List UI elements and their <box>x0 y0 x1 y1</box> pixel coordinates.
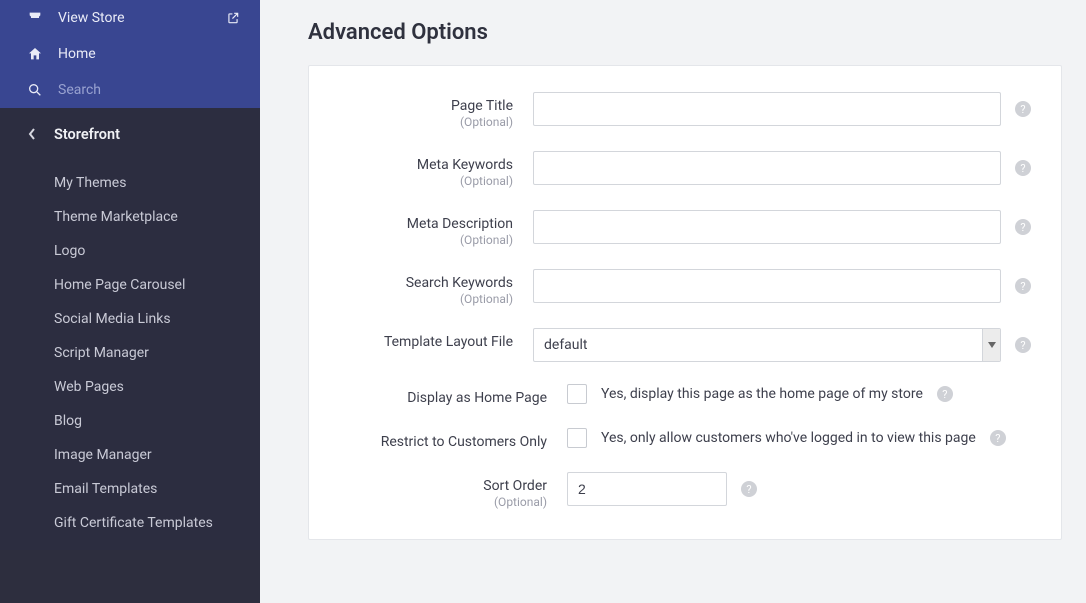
sidebar-search-placeholder: Search <box>58 82 101 98</box>
chevron-left-icon <box>24 128 40 140</box>
label-search-keywords-optional: (Optional) <box>339 292 513 306</box>
row-restrict-customers: Restrict to Customers Only Yes, only all… <box>339 428 1031 450</box>
input-meta-description[interactable] <box>533 210 1001 244</box>
row-page-title: Page Title (Optional) ? <box>339 92 1031 129</box>
sidebar: View Store Home Search Storefront <box>0 0 260 603</box>
label-restrict-customers-text: Restrict to Customers Only <box>381 434 547 450</box>
label-meta-description-text: Meta Description <box>407 216 513 232</box>
label-meta-description: Meta Description (Optional) <box>339 210 533 247</box>
sidebar-view-store[interactable]: View Store <box>0 0 260 36</box>
label-template-layout: Template Layout File <box>339 328 533 350</box>
home-icon <box>26 45 44 63</box>
sidebar-search[interactable]: Search <box>0 72 260 108</box>
sidebar-home-label: Home <box>58 46 96 62</box>
help-icon[interactable]: ? <box>1015 219 1031 235</box>
sidebar-item-gift-certificate-templates[interactable]: Gift Certificate Templates <box>0 506 260 540</box>
desc-restrict-customers: Yes, only allow customers who've logged … <box>601 430 976 446</box>
help-icon[interactable]: ? <box>1015 160 1031 176</box>
help-icon[interactable]: ? <box>990 430 1006 446</box>
sidebar-item-web-pages[interactable]: Web Pages <box>0 370 260 404</box>
select-template-layout-value: default <box>544 337 588 353</box>
help-icon[interactable]: ? <box>1015 101 1031 117</box>
sidebar-view-store-label: View Store <box>58 10 125 26</box>
row-meta-keywords: Meta Keywords (Optional) ? <box>339 151 1031 188</box>
label-meta-keywords: Meta Keywords (Optional) <box>339 151 533 188</box>
select-template-layout[interactable]: default <box>533 328 1001 362</box>
sidebar-item-email-templates[interactable]: Email Templates <box>0 472 260 506</box>
storefront-icon <box>26 9 44 27</box>
sidebar-section-storefront[interactable]: Storefront <box>0 108 260 160</box>
sidebar-item-my-themes[interactable]: My Themes <box>0 166 260 200</box>
input-search-keywords[interactable] <box>533 269 1001 303</box>
input-sort-order[interactable] <box>567 472 727 506</box>
advanced-options-panel: Page Title (Optional) ? Meta Keywords (O… <box>308 65 1062 540</box>
sidebar-item-theme-marketplace[interactable]: Theme Marketplace <box>0 200 260 234</box>
label-meta-description-optional: (Optional) <box>339 233 513 247</box>
label-meta-keywords-text: Meta Keywords <box>417 157 513 173</box>
checkbox-display-home[interactable] <box>567 384 587 404</box>
main-content: Advanced Options Page Title (Optional) ?… <box>260 0 1086 603</box>
label-restrict-customers: Restrict to Customers Only <box>339 428 567 450</box>
label-template-layout-text: Template Layout File <box>384 334 513 350</box>
sidebar-main: Storefront My Themes Theme Marketplace L… <box>0 108 260 550</box>
label-search-keywords-text: Search Keywords <box>406 275 513 291</box>
sidebar-item-image-manager[interactable]: Image Manager <box>0 438 260 472</box>
label-sort-order: Sort Order (Optional) <box>339 472 567 509</box>
label-page-title-optional: (Optional) <box>339 115 513 129</box>
label-page-title-text: Page Title <box>451 98 513 114</box>
label-page-title: Page Title (Optional) <box>339 92 533 129</box>
page-title: Advanced Options <box>308 20 1062 45</box>
label-sort-order-optional: (Optional) <box>339 495 547 509</box>
row-meta-description: Meta Description (Optional) ? <box>339 210 1031 247</box>
checkbox-restrict-customers[interactable] <box>567 428 587 448</box>
label-display-home: Display as Home Page <box>339 384 567 406</box>
help-icon[interactable]: ? <box>1015 337 1031 353</box>
sidebar-item-blog[interactable]: Blog <box>0 404 260 438</box>
input-meta-keywords[interactable] <box>533 151 1001 185</box>
search-icon <box>26 81 44 99</box>
label-search-keywords: Search Keywords (Optional) <box>339 269 533 306</box>
chevron-down-icon <box>982 329 1000 361</box>
sidebar-top: View Store Home Search <box>0 0 260 108</box>
help-icon[interactable]: ? <box>937 386 953 402</box>
sidebar-item-logo[interactable]: Logo <box>0 234 260 268</box>
row-display-home: Display as Home Page Yes, display this p… <box>339 384 1031 406</box>
help-icon[interactable]: ? <box>741 481 757 497</box>
sidebar-item-script-manager[interactable]: Script Manager <box>0 336 260 370</box>
desc-display-home: Yes, display this page as the home page … <box>601 386 923 402</box>
row-template-layout: Template Layout File default ? <box>339 328 1031 362</box>
sidebar-section-title: Storefront <box>54 126 120 143</box>
help-icon[interactable]: ? <box>1015 278 1031 294</box>
input-page-title[interactable] <box>533 92 1001 126</box>
row-sort-order: Sort Order (Optional) ? <box>339 472 1031 509</box>
external-link-icon <box>224 9 242 27</box>
sidebar-item-home-page-carousel[interactable]: Home Page Carousel <box>0 268 260 302</box>
label-sort-order-text: Sort Order <box>483 478 547 494</box>
sidebar-subitems: My Themes Theme Marketplace Logo Home Pa… <box>0 160 260 550</box>
sidebar-item-social-media-links[interactable]: Social Media Links <box>0 302 260 336</box>
label-display-home-text: Display as Home Page <box>407 390 547 406</box>
sidebar-home[interactable]: Home <box>0 36 260 72</box>
label-meta-keywords-optional: (Optional) <box>339 174 513 188</box>
row-search-keywords: Search Keywords (Optional) ? <box>339 269 1031 306</box>
